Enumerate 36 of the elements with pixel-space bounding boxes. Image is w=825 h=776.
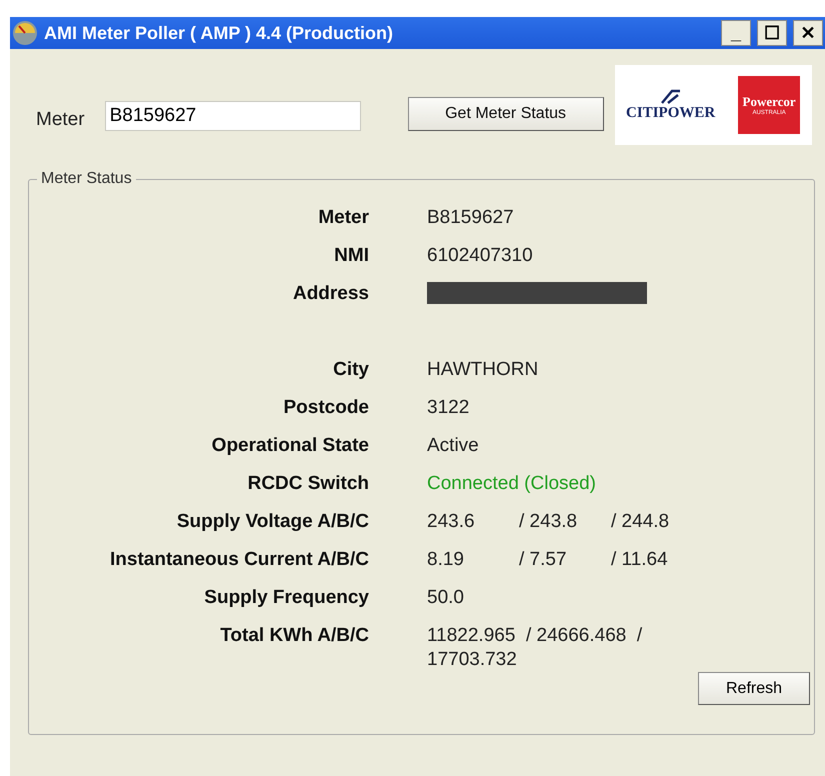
field-value: 243.6 bbox=[427, 510, 476, 534]
citipower-logo: CITIPOWER bbox=[626, 104, 716, 122]
field-value: / 11.64 bbox=[611, 548, 669, 572]
field-value: / 7.57 bbox=[519, 548, 568, 572]
field-label: Meter bbox=[317, 206, 369, 230]
field-label: NMI bbox=[333, 244, 369, 268]
maximize-button[interactable]: ☐ bbox=[757, 20, 787, 46]
field-value: 3122 bbox=[427, 396, 470, 420]
field-label: City bbox=[332, 358, 369, 382]
field-value: 50.0 bbox=[427, 586, 465, 610]
field-label: RCDC Switch bbox=[246, 472, 369, 496]
minimize-button[interactable]: _ bbox=[721, 20, 751, 46]
refresh-button[interactable]: Refresh bbox=[698, 672, 810, 705]
field-value: 8.19 bbox=[427, 548, 465, 572]
field-value: Connected (Closed) bbox=[427, 472, 596, 496]
field-value: 6102407310 bbox=[427, 244, 533, 268]
window-title: AMI Meter Poller ( AMP ) 4.4 (Production) bbox=[44, 22, 394, 44]
meter-input[interactable]: B8159627 bbox=[104, 101, 361, 131]
field-label: Supply Voltage A/B/C bbox=[176, 510, 369, 534]
close-button[interactable]: ✕ bbox=[793, 20, 823, 46]
field-value: B8159627 bbox=[427, 206, 515, 230]
get-meter-status-button[interactable]: Get Meter Status bbox=[408, 97, 604, 131]
field-label: Supply Frequency bbox=[203, 586, 369, 610]
field-label: Instantaneous Current A/B/C bbox=[109, 548, 369, 572]
field-value: 11822.965 / 24666.468 / 17703.732 bbox=[427, 624, 644, 672]
field-label: Postcode bbox=[282, 396, 369, 420]
field-value: / 244.8 bbox=[611, 510, 670, 534]
field-label: Operational State bbox=[210, 434, 369, 458]
meter-label: Meter bbox=[36, 109, 85, 131]
field-label: Address bbox=[292, 282, 369, 306]
field-label: Total KWh A/B/C bbox=[219, 624, 369, 648]
field-value: HAWTHORN bbox=[427, 358, 538, 382]
group-title: Meter Status bbox=[40, 170, 133, 188]
meter-gauge-icon bbox=[12, 20, 38, 46]
field-value: Active bbox=[427, 434, 480, 458]
field-value: / 243.8 bbox=[519, 510, 578, 534]
